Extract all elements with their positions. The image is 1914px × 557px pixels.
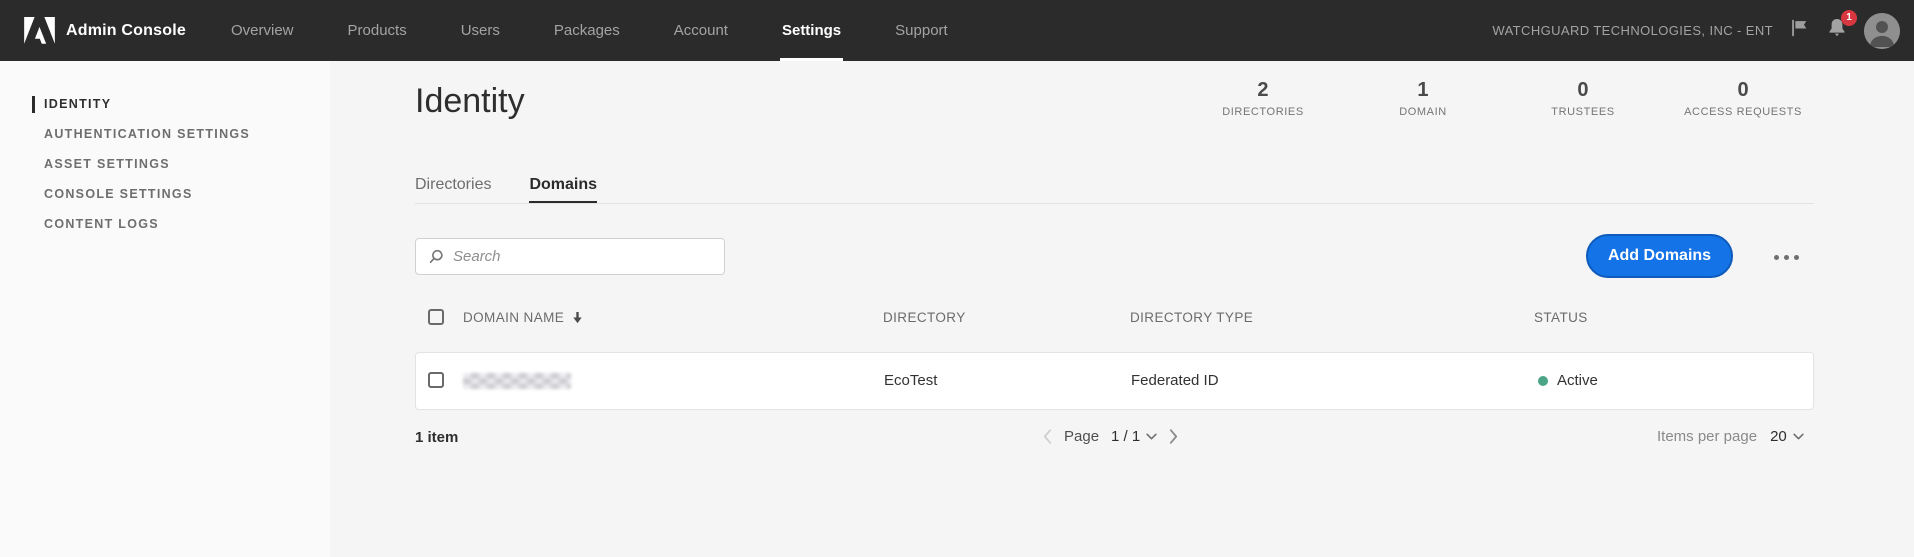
sidebar-item-content-logs[interactable]: CONTENT LOGS <box>0 209 330 239</box>
nav-item-account[interactable]: Account <box>674 0 728 61</box>
stat-access-requests: 0 ACCESS REQUESTS <box>1684 79 1802 118</box>
previous-page-button[interactable] <box>1043 429 1052 444</box>
topbar: Admin Console Overview Products Users Pa… <box>0 0 1914 61</box>
nav-item-packages[interactable]: Packages <box>554 0 620 61</box>
nav-item-support[interactable]: Support <box>895 0 948 61</box>
stat-domain-value: 1 <box>1399 79 1447 102</box>
sidebar-item-asset-settings[interactable]: ASSET SETTINGS <box>0 149 330 179</box>
stat-trustees-value: 0 <box>1551 79 1614 102</box>
stat-directories-value: 2 <box>1222 79 1304 102</box>
search-icon <box>427 248 445 266</box>
status-badge: Active <box>1557 372 1598 389</box>
items-per-page: Items per page 20 <box>1657 428 1804 445</box>
page-select[interactable]: 1 / 1 <box>1111 428 1157 445</box>
org-name[interactable]: WATCHGUARD TECHNOLOGIES, INC - ENT <box>1492 23 1773 38</box>
row-directory: EcoTest <box>884 372 937 389</box>
add-domains-button[interactable]: Add Domains <box>1586 234 1733 278</box>
row-checkbox[interactable] <box>428 372 444 388</box>
select-all-checkbox[interactable] <box>428 309 444 325</box>
column-header-directory[interactable]: DIRECTORY <box>883 310 966 325</box>
column-header-directory-type[interactable]: DIRECTORY TYPE <box>1130 310 1253 325</box>
pagination: Page 1 / 1 <box>1043 428 1178 445</box>
sidebar-item-authentication-settings[interactable]: AUTHENTICATION SETTINGS <box>0 119 330 149</box>
tabs-divider <box>415 203 1814 204</box>
status-active-dot <box>1538 376 1548 386</box>
page-title: Identity <box>415 82 525 121</box>
table-row[interactable]: EcoTest Federated ID Active <box>415 352 1814 410</box>
sidebar-item-console-settings[interactable]: CONSOLE SETTINGS <box>0 179 330 209</box>
flag-icon <box>1788 17 1810 44</box>
notifications-button[interactable]: 1 <box>1825 16 1849 45</box>
settings-sidebar: IDENTITY AUTHENTICATION SETTINGS ASSET S… <box>0 61 330 557</box>
nav-item-settings[interactable]: Settings <box>782 0 841 61</box>
topbar-right: WATCHGUARD TECHNOLOGIES, INC - ENT 1 <box>1492 0 1900 61</box>
stat-trustees: 0 TRUSTEES <box>1551 79 1614 118</box>
sidebar-item-identity[interactable]: IDENTITY <box>0 89 330 119</box>
next-page-button[interactable] <box>1169 429 1178 444</box>
nav-item-users[interactable]: Users <box>461 0 500 61</box>
search-box[interactable] <box>415 238 725 275</box>
sort-descending-icon <box>572 311 583 324</box>
page-label: Page <box>1064 428 1099 445</box>
tab-directories[interactable]: Directories <box>415 176 491 204</box>
stat-domain: 1 DOMAIN <box>1399 79 1447 118</box>
nav-item-overview[interactable]: Overview <box>231 0 294 61</box>
app-title: Admin Console <box>66 0 186 61</box>
nav-item-products[interactable]: Products <box>348 0 407 61</box>
table-header: DOMAIN NAME DIRECTORY DIRECTORY TYPE STA… <box>415 306 1814 332</box>
more-options-icon <box>1774 255 1779 260</box>
row-directory-type: Federated ID <box>1131 372 1219 389</box>
column-header-status[interactable]: STATUS <box>1534 310 1588 325</box>
avatar[interactable] <box>1864 13 1900 49</box>
feedback-flag-button[interactable] <box>1788 17 1810 44</box>
notification-badge: 1 <box>1841 10 1857 26</box>
domain-name-redacted <box>463 373 571 389</box>
chevron-down-icon <box>1146 433 1157 440</box>
top-nav: Overview Products Users Packages Account… <box>231 0 948 61</box>
stat-access-requests-value: 0 <box>1684 79 1802 102</box>
stat-directories-label: DIRECTORIES <box>1222 106 1304 118</box>
admin-console-page: Admin Console Overview Products Users Pa… <box>0 0 1914 557</box>
chevron-down-icon <box>1793 433 1804 440</box>
tab-domains[interactable]: Domains <box>529 176 597 204</box>
column-header-domain-name[interactable]: DOMAIN NAME <box>463 310 583 325</box>
items-per-page-label: Items per page <box>1657 428 1757 445</box>
stat-trustees-label: TRUSTEES <box>1551 106 1614 118</box>
row-status: Active <box>1538 372 1598 389</box>
identity-tabs: Directories Domains <box>415 176 597 204</box>
stat-domain-label: DOMAIN <box>1399 106 1447 118</box>
more-options-button[interactable] <box>1766 246 1806 268</box>
search-input[interactable] <box>453 248 713 265</box>
stat-access-requests-label: ACCESS REQUESTS <box>1684 106 1802 118</box>
items-count: 1 item <box>415 429 458 446</box>
adobe-logo-icon[interactable] <box>24 17 55 44</box>
items-per-page-select[interactable]: 20 <box>1770 428 1804 445</box>
stat-directories: 2 DIRECTORIES <box>1222 79 1304 118</box>
